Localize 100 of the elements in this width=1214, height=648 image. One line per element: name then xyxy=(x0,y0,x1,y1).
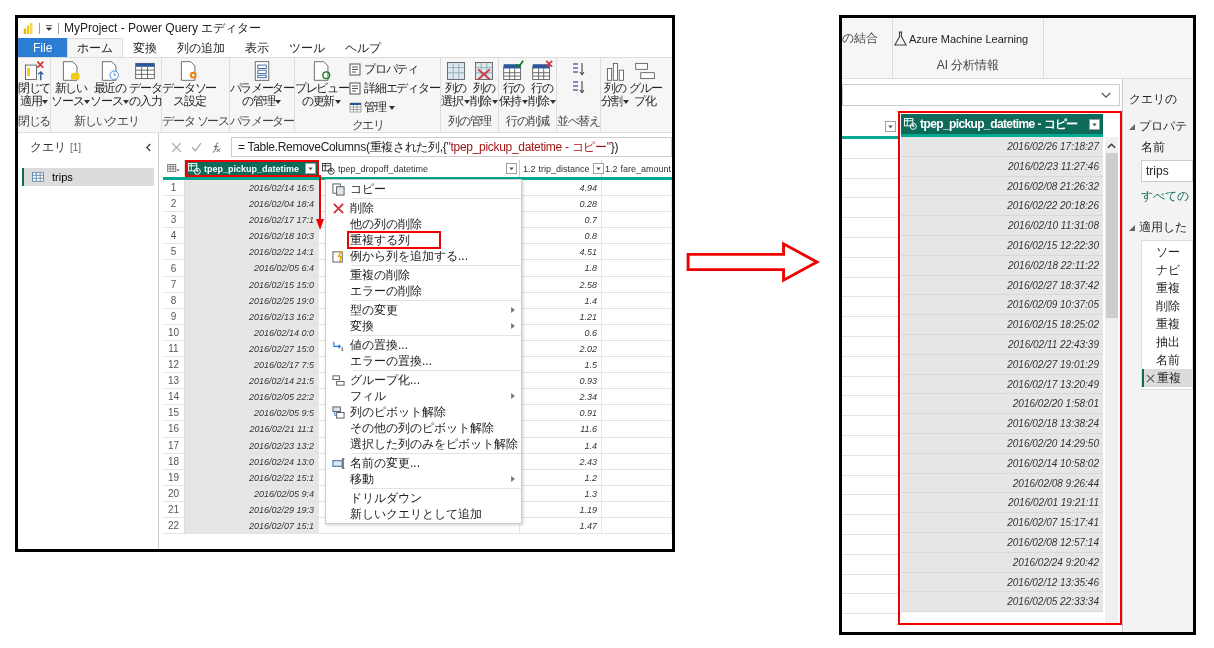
ribbon-tab[interactable]: 表示 xyxy=(235,38,280,57)
ribbon-button[interactable]: データ の入力 xyxy=(129,60,162,108)
menu-item[interactable]: 重複する列 xyxy=(348,232,440,248)
applied-step[interactable]: 重複 xyxy=(1142,279,1192,297)
ribbon-button[interactable]: 詳細エディター xyxy=(348,79,441,98)
applied-step[interactable]: 重複 xyxy=(1142,369,1192,387)
group-label: AI 分析情報 xyxy=(935,57,1001,74)
group-label: クエリ xyxy=(350,117,385,134)
query-item[interactable]: trips xyxy=(22,168,154,186)
ribbon-button[interactable]: 新しい ソース xyxy=(51,60,91,108)
ribbon-tab[interactable]: ホーム xyxy=(67,38,124,57)
menu-item[interactable]: 削除 xyxy=(350,200,521,216)
menu-item[interactable]: コピー xyxy=(350,181,521,197)
table-cell: 2016/02/15 12:22:30 xyxy=(901,236,1103,256)
filter-dropdown-icon[interactable] xyxy=(506,163,517,174)
formula-field[interactable]: = Table.RemoveColumns(重複された列,{"tpep_pickup_datetime - コピー"}) xyxy=(231,137,672,157)
ribbon-tab[interactable]: 列の追加 xyxy=(167,38,236,57)
group-label: 行の削減 xyxy=(505,113,551,130)
collapse-triangle-icon[interactable] xyxy=(1129,123,1135,130)
ribbon-button[interactable]: Azure Machine Learning xyxy=(893,30,1043,47)
ribbon-button[interactable]: パラメーター の管理 xyxy=(229,60,294,108)
flask-icon xyxy=(894,31,907,46)
menu-item[interactable]: 名前の変更... xyxy=(350,455,521,471)
expand-icon[interactable] xyxy=(1101,91,1111,99)
section-title: プロパテ xyxy=(1139,118,1187,135)
scroll-up-icon[interactable] xyxy=(1107,143,1116,149)
applied-step[interactable]: 名前 xyxy=(1142,351,1192,369)
table-cell xyxy=(602,308,672,325)
menu-item[interactable]: 型の変更 xyxy=(350,302,521,318)
filter-dropdown-icon[interactable] xyxy=(885,120,896,132)
table-cell: 2016/02/08 21:26:32 xyxy=(901,176,1103,197)
table-cell: 2016/02/14 16:5 xyxy=(185,180,319,197)
menu-item[interactable]: 例から列を追加する... xyxy=(350,248,521,264)
menu-item[interactable]: フィル xyxy=(350,388,521,404)
column-header[interactable]: tpep_pickup_datetime xyxy=(185,160,319,177)
column-header[interactable]: tpep_pickup_datetime - コピー xyxy=(901,114,1103,134)
ribbon-button[interactable]: 行の 削除 xyxy=(527,60,556,108)
function-icon[interactable] xyxy=(211,141,222,153)
table-cell: 2016/02/17 17:1 xyxy=(185,212,319,229)
delete-step-icon[interactable] xyxy=(1146,373,1155,383)
menu-item[interactable]: 変換 xyxy=(350,318,521,334)
check-icon[interactable] xyxy=(191,141,202,153)
menu-item[interactable]: 重複の削除 xyxy=(350,267,521,283)
all-properties-link[interactable]: すべての xyxy=(1129,188,1193,205)
menu-item[interactable]: 列のピボット解除 xyxy=(350,404,521,420)
ribbon-tab[interactable]: ツール xyxy=(279,38,336,57)
menu-item[interactable]: 移動 xyxy=(350,471,521,487)
applied-step[interactable]: 削除 xyxy=(1142,297,1192,315)
file-tab[interactable]: File xyxy=(18,38,68,57)
table-icon xyxy=(349,101,363,114)
collapse-triangle-icon[interactable] xyxy=(1129,224,1135,231)
ribbon-button[interactable]: 管理 xyxy=(348,98,441,117)
table-cell xyxy=(602,405,672,422)
applied-step[interactable]: ソー xyxy=(1142,243,1192,261)
collapse-icon[interactable] xyxy=(145,143,152,152)
scroll-thumb[interactable] xyxy=(1105,153,1118,318)
menu-item[interactable]: 値の置換... xyxy=(350,337,521,353)
menu-item[interactable]: エラーの削除 xyxy=(350,283,521,299)
applied-step[interactable]: ナビ xyxy=(1142,261,1192,279)
menu-item[interactable]: ドリルダウン xyxy=(350,490,521,506)
ribbon-button[interactable]: 最近の ソース xyxy=(90,60,130,108)
ribbon-button[interactable]: データソー ス設定 xyxy=(162,60,216,108)
table-cell xyxy=(602,292,672,309)
menu-item[interactable]: その他の列のピボット解除 xyxy=(350,420,521,436)
ribbon-button[interactable]: 列の 分割 xyxy=(600,60,630,108)
menu-item[interactable]: 新しいクエリとして追加 xyxy=(350,506,521,522)
menu-item[interactable]: エラーの置換... xyxy=(350,353,521,369)
filter-dropdown-icon[interactable] xyxy=(1089,118,1100,130)
ribbon-button[interactable]: 列の 削除 xyxy=(469,60,499,108)
ribbon-button[interactable]: 閉じて 適用 xyxy=(18,60,51,108)
scrollbar[interactable] xyxy=(1105,137,1118,624)
table-cell: 2016/02/24 9:20:42 xyxy=(901,552,1103,573)
ribbon-button[interactable]: 行の 保持 xyxy=(499,60,528,108)
ribbon-button[interactable]: プロパティ xyxy=(348,60,441,79)
applied-step[interactable]: 重複 xyxy=(1142,315,1192,333)
ribbon-button[interactable]: 列の 選択 xyxy=(441,60,470,108)
formula-field[interactable] xyxy=(842,84,1120,106)
table-cell xyxy=(602,196,672,213)
group-label: データ ソース xyxy=(162,113,229,130)
table-cell: 2016/02/05 22:33:34 xyxy=(901,592,1103,613)
table-cell xyxy=(602,501,672,518)
ribbon-tab[interactable]: 変換 xyxy=(123,38,168,57)
menu-item[interactable]: グループ化... xyxy=(350,372,521,388)
applied-step[interactable]: 抽出 xyxy=(1142,333,1192,351)
ribbon-button[interactable]: の結合 xyxy=(842,30,892,47)
table-cell: 2016/02/17 7:5 xyxy=(185,357,319,374)
filter-dropdown-icon[interactable] xyxy=(305,163,316,174)
ribbon-button[interactable]: プレビュー の更新 xyxy=(294,60,349,108)
table-cell: 2016/02/22 20:18:26 xyxy=(901,196,1103,217)
table-cell: 2016/02/22 14:1 xyxy=(185,244,319,261)
ribbon-tab[interactable]: ヘルプ xyxy=(335,38,392,57)
quick-access-icon[interactable] xyxy=(45,24,53,32)
menu-item[interactable]: 他の列の削除 xyxy=(350,216,521,232)
table-cell: 2016/02/21 11:1 xyxy=(185,421,319,438)
filter-dropdown-icon[interactable] xyxy=(592,163,604,174)
table-cell: 2016/02/23 11:27:46 xyxy=(901,156,1103,177)
columns-icon xyxy=(444,60,467,82)
ribbon-button[interactable]: グルー プ化 xyxy=(629,60,662,108)
name-field[interactable]: trips xyxy=(1141,160,1193,182)
table-menu-icon[interactable] xyxy=(167,164,180,173)
